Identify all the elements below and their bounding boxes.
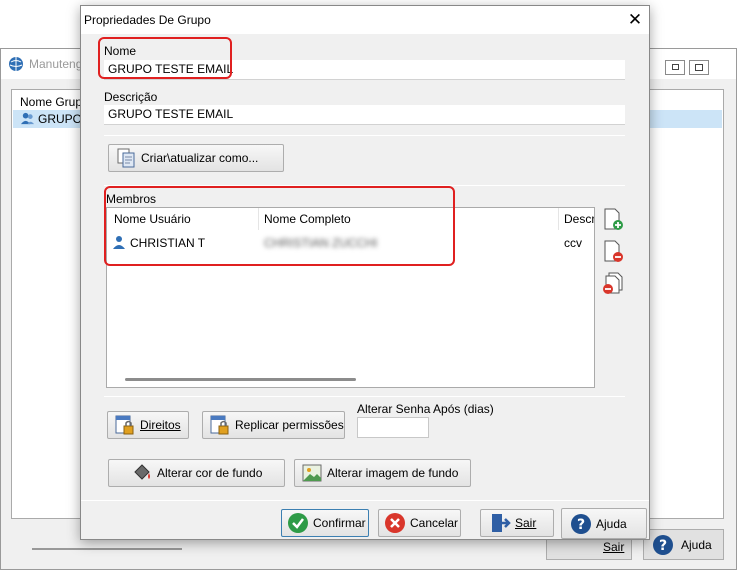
maximize-button[interactable] [689,60,709,75]
copy-icon [117,148,135,168]
users-icon [20,112,35,125]
group-properties-dialog: Propriedades De Grupo ✕ Nome GRUPO TESTE… [80,5,650,540]
highlight-box [98,37,232,79]
dialog-title-bar: Propriedades De Grupo ✕ [81,6,649,34]
replicate-permissions-button[interactable]: Replicar permissões [202,411,345,439]
check-icon [288,513,308,533]
close-icon[interactable]: ✕ [625,9,645,31]
change-background-color-button[interactable]: Alterar cor de fundo [108,459,285,487]
svg-text:?: ? [577,517,585,533]
lock-document-icon [210,415,229,435]
paint-bucket-icon [134,464,150,480]
separator [104,396,625,397]
image-icon [302,464,322,482]
column-divider[interactable] [558,208,559,230]
change-background-image-button[interactable]: Alterar imagem de fundo [294,459,471,487]
create-update-button[interactable]: Criar\atualizar como... [108,144,284,172]
group-list-header: Nome Grupo [20,95,89,109]
horizontal-scrollbar[interactable] [125,378,356,381]
separator [104,135,625,136]
background-window-title: Manuteng [29,57,83,71]
svg-text:?: ? [659,538,667,554]
help-icon: ? [571,513,591,534]
help-icon: ? [653,535,673,555]
member-description: ccv [564,236,582,250]
password-change-label: Alterar Senha Após (dias) [357,402,494,416]
dialog-title: Propriedades De Grupo [84,13,211,27]
horizontal-scrollbar[interactable] [32,548,182,550]
background-help-button[interactable]: ? Ajuda [643,529,724,560]
remove-member-icon[interactable] [602,240,624,262]
highlight-box [104,186,455,266]
add-member-icon[interactable] [602,208,624,230]
exit-button[interactable]: Sair [480,509,554,537]
cancel-button[interactable]: Cancelar [378,509,461,537]
rights-button[interactable]: Direitos [107,411,189,439]
exit-door-icon [492,514,511,532]
globe-icon [9,57,23,71]
restore-button[interactable] [665,60,685,75]
column-header-description[interactable]: Descr [564,212,594,226]
help-button[interactable]: ? Ajuda [561,508,647,539]
lock-document-icon [115,415,134,435]
confirm-button[interactable]: Confirmar [281,509,369,537]
cancel-icon [385,513,405,533]
description-label: Descrição [104,90,158,104]
remove-all-members-icon[interactable] [602,272,624,294]
password-change-days-input[interactable] [357,417,429,438]
separator [81,500,649,501]
description-field[interactable]: GRUPO TESTE EMAIL [104,105,625,125]
